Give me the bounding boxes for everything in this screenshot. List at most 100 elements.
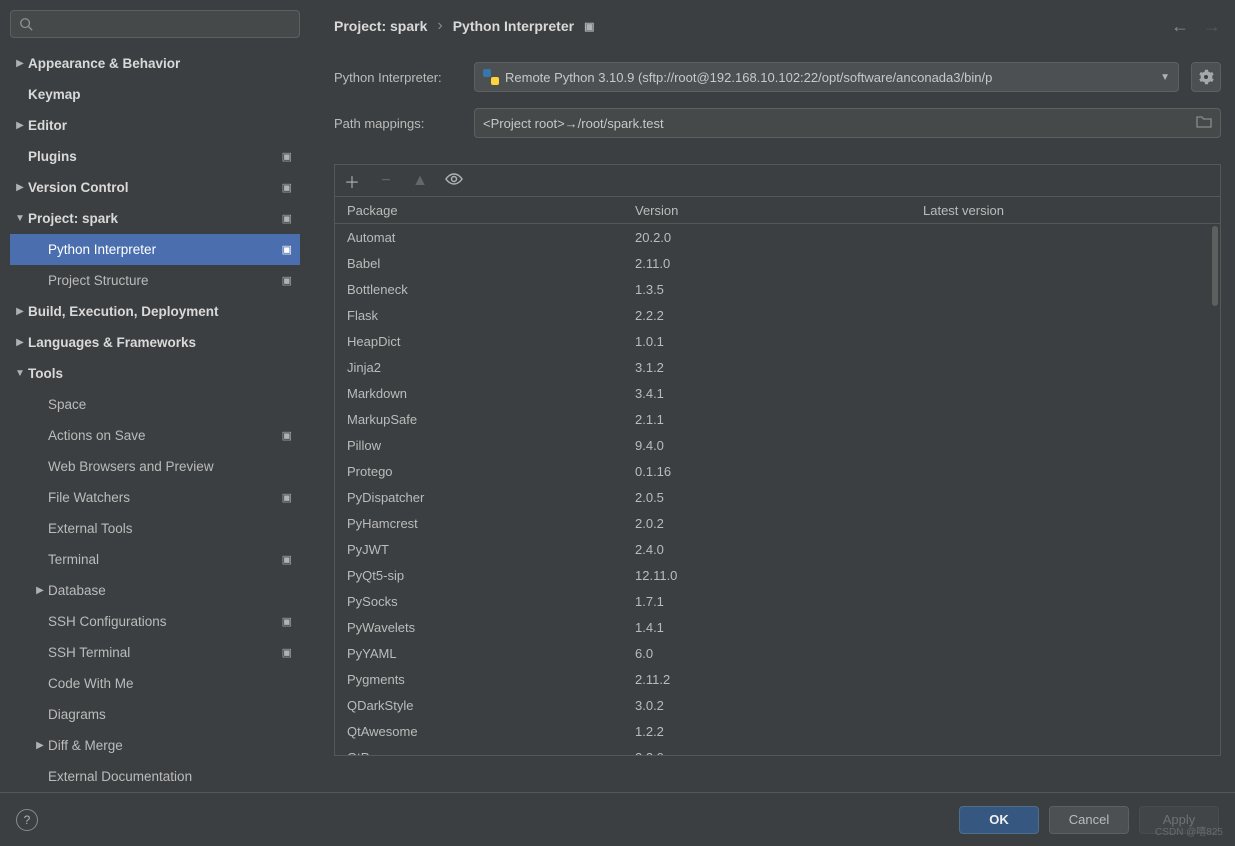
package-version: 0.1.16 bbox=[623, 464, 911, 479]
chevron-right-icon: ▶ bbox=[12, 306, 28, 317]
sidebar-item-label: Project Structure bbox=[48, 273, 280, 288]
table-row[interactable]: QtPy2.2.0 bbox=[335, 744, 1220, 756]
interpreter-select[interactable]: Remote Python 3.10.9 (sftp://root@192.16… bbox=[474, 62, 1179, 92]
sidebar-item-label: Diff & Merge bbox=[48, 738, 294, 753]
package-table-body[interactable]: Automat20.2.0Babel2.11.0Bottleneck1.3.5F… bbox=[334, 224, 1221, 756]
sidebar-item-space[interactable]: ▶Space bbox=[10, 389, 300, 420]
sidebar-item-build-execution-deployment[interactable]: ▶Build, Execution, Deployment bbox=[10, 296, 300, 327]
sidebar-item-label: Plugins bbox=[28, 149, 280, 164]
sidebar-item-project-spark[interactable]: ▼Project: spark▣ bbox=[10, 203, 300, 234]
package-version: 1.2.2 bbox=[623, 724, 911, 739]
sidebar-item-diff-merge[interactable]: ▶Diff & Merge bbox=[10, 730, 300, 761]
package-version: 2.2.2 bbox=[623, 308, 911, 323]
sidebar-item-database[interactable]: ▶Database bbox=[10, 575, 300, 606]
sidebar-item-label: SSH Configurations bbox=[48, 614, 280, 629]
sidebar-item-external-tools[interactable]: ▶External Tools bbox=[10, 513, 300, 544]
sidebar-item-diagrams[interactable]: ▶Diagrams bbox=[10, 699, 300, 730]
sidebar-item-keymap[interactable]: ▶Keymap bbox=[10, 79, 300, 110]
scrollbar-thumb[interactable] bbox=[1212, 226, 1218, 306]
search-box[interactable] bbox=[10, 10, 300, 38]
package-version: 1.3.5 bbox=[623, 282, 911, 297]
chevron-down-icon: ▼ bbox=[12, 368, 28, 379]
package-name: Bottleneck bbox=[335, 282, 623, 297]
chevron-none-icon: ▶ bbox=[12, 151, 28, 162]
table-row[interactable]: PyYAML6.0 bbox=[335, 640, 1220, 666]
sidebar-item-external-documentation[interactable]: ▶External Documentation bbox=[10, 761, 300, 782]
package-name: QDarkStyle bbox=[335, 698, 623, 713]
table-row[interactable]: PyDispatcher2.0.5 bbox=[335, 484, 1220, 510]
sidebar-item-code-with-me[interactable]: ▶Code With Me bbox=[10, 668, 300, 699]
sidebar-item-appearance-behavior[interactable]: ▶Appearance & Behavior bbox=[10, 48, 300, 79]
package-name: PyYAML bbox=[335, 646, 623, 661]
table-row[interactable]: HeapDict1.0.1 bbox=[335, 328, 1220, 354]
table-row[interactable]: PyJWT2.4.0 bbox=[335, 536, 1220, 562]
package-version: 20.2.0 bbox=[623, 230, 911, 245]
chevron-none-icon: ▶ bbox=[32, 244, 48, 255]
column-latest[interactable]: Latest version bbox=[911, 203, 1220, 218]
chevron-none-icon: ▶ bbox=[32, 647, 48, 658]
chevron-none-icon: ▶ bbox=[32, 275, 48, 286]
package-name: PyHamcrest bbox=[335, 516, 623, 531]
table-row[interactable]: Protego0.1.16 bbox=[335, 458, 1220, 484]
table-row[interactable]: Pygments2.11.2 bbox=[335, 666, 1220, 692]
sidebar-item-tools[interactable]: ▼Tools bbox=[10, 358, 300, 389]
help-button[interactable]: ? bbox=[16, 809, 38, 831]
nav-back-button[interactable]: ← bbox=[1171, 16, 1189, 37]
sidebar-item-ssh-configurations[interactable]: ▶SSH Configurations▣ bbox=[10, 606, 300, 637]
sidebar-item-editor[interactable]: ▶Editor bbox=[10, 110, 300, 141]
project-level-badge-icon: ▣ bbox=[280, 212, 294, 225]
table-row[interactable]: Flask2.2.2 bbox=[335, 302, 1220, 328]
sidebar-item-version-control[interactable]: ▶Version Control▣ bbox=[10, 172, 300, 203]
sidebar-item-web-browsers-and-preview[interactable]: ▶Web Browsers and Preview bbox=[10, 451, 300, 482]
project-level-badge-icon: ▣ bbox=[280, 429, 294, 442]
sidebar-item-label: External Documentation bbox=[48, 769, 294, 782]
table-row[interactable]: Pillow9.4.0 bbox=[335, 432, 1220, 458]
settings-sidebar: ▶Appearance & Behavior▶Keymap▶Editor▶Plu… bbox=[0, 0, 318, 782]
remove-package-button[interactable]: − bbox=[377, 172, 395, 190]
table-row[interactable]: PySocks1.7.1 bbox=[335, 588, 1220, 614]
sidebar-item-actions-on-save[interactable]: ▶Actions on Save▣ bbox=[10, 420, 300, 451]
table-row[interactable]: PyQt5-sip12.11.0 bbox=[335, 562, 1220, 588]
table-row[interactable]: Markdown3.4.1 bbox=[335, 380, 1220, 406]
breadcrumb-project: Project: spark bbox=[334, 18, 427, 34]
package-name: PyDispatcher bbox=[335, 490, 623, 505]
table-row[interactable]: QDarkStyle3.0.2 bbox=[335, 692, 1220, 718]
sidebar-item-terminal[interactable]: ▶Terminal▣ bbox=[10, 544, 300, 575]
interpreter-settings-button[interactable] bbox=[1191, 62, 1221, 92]
sidebar-item-plugins[interactable]: ▶Plugins▣ bbox=[10, 141, 300, 172]
table-row[interactable]: Bottleneck1.3.5 bbox=[335, 276, 1220, 302]
chevron-none-icon: ▶ bbox=[32, 554, 48, 565]
sidebar-item-ssh-terminal[interactable]: ▶SSH Terminal▣ bbox=[10, 637, 300, 668]
ok-button[interactable]: OK bbox=[959, 806, 1039, 834]
table-row[interactable]: MarkupSafe2.1.1 bbox=[335, 406, 1220, 432]
sidebar-item-label: Build, Execution, Deployment bbox=[28, 304, 294, 319]
package-name: Markdown bbox=[335, 386, 623, 401]
dialog-footer: ? OK Cancel Apply bbox=[0, 792, 1235, 846]
show-early-releases-button[interactable] bbox=[445, 172, 463, 190]
table-row[interactable]: PyHamcrest2.0.2 bbox=[335, 510, 1220, 536]
sidebar-item-languages-frameworks[interactable]: ▶Languages & Frameworks bbox=[10, 327, 300, 358]
package-version: 12.11.0 bbox=[623, 568, 911, 583]
sidebar-item-file-watchers[interactable]: ▶File Watchers▣ bbox=[10, 482, 300, 513]
sidebar-item-label: Code With Me bbox=[48, 676, 294, 691]
search-icon bbox=[19, 17, 33, 31]
add-package-button[interactable]: ＋ bbox=[343, 169, 361, 193]
table-row[interactable]: Babel2.11.0 bbox=[335, 250, 1220, 276]
cancel-button[interactable]: Cancel bbox=[1049, 806, 1129, 834]
column-package[interactable]: Package bbox=[335, 203, 623, 218]
package-name: Babel bbox=[335, 256, 623, 271]
sidebar-item-label: Actions on Save bbox=[48, 428, 280, 443]
chevron-none-icon: ▶ bbox=[32, 709, 48, 720]
upgrade-package-button[interactable]: ▲ bbox=[411, 172, 429, 190]
search-input[interactable] bbox=[39, 17, 291, 31]
table-row[interactable]: QtAwesome1.2.2 bbox=[335, 718, 1220, 744]
folder-icon[interactable] bbox=[1196, 115, 1212, 132]
path-mappings-value: <Project root>→/root/spark.test bbox=[483, 116, 1196, 131]
column-version[interactable]: Version bbox=[623, 203, 911, 218]
table-row[interactable]: Jinja23.1.2 bbox=[335, 354, 1220, 380]
table-row[interactable]: PyWavelets1.4.1 bbox=[335, 614, 1220, 640]
sidebar-item-project-structure[interactable]: ▶Project Structure▣ bbox=[10, 265, 300, 296]
table-row[interactable]: Automat20.2.0 bbox=[335, 224, 1220, 250]
path-mappings-input[interactable]: <Project root>→/root/spark.test bbox=[474, 108, 1221, 138]
sidebar-item-python-interpreter[interactable]: ▶Python Interpreter▣ bbox=[10, 234, 300, 265]
